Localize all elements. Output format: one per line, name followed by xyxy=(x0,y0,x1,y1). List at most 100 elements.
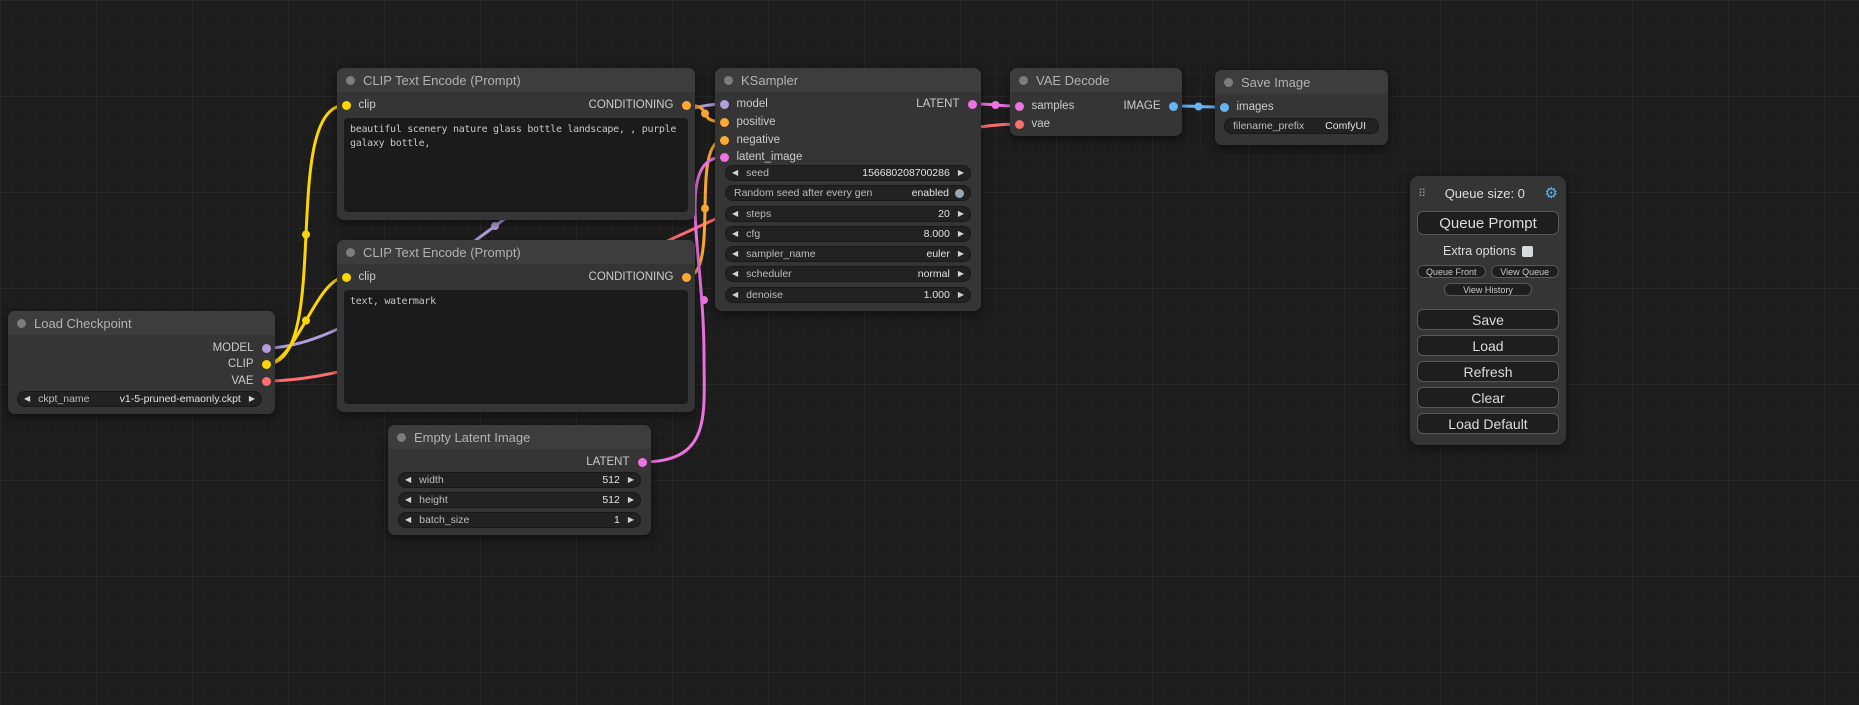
node-ksampler[interactable]: KSampler model LATENT positive negative … xyxy=(715,68,981,311)
node-status-dot xyxy=(724,76,733,85)
refresh-button[interactable]: Refresh xyxy=(1417,361,1559,382)
increase-icon[interactable]: ▶ xyxy=(958,291,964,299)
clip-port-dot[interactable] xyxy=(262,360,271,369)
node-title-bar[interactable]: CLIP Text Encode (Prompt) xyxy=(337,240,695,264)
cfg-widget[interactable]: ◀ cfg 8.000 ▶ xyxy=(725,226,971,242)
output-port-model[interactable]: MODEL xyxy=(8,341,275,355)
next-value-icon[interactable]: ▶ xyxy=(249,395,255,403)
node-title-bar[interactable]: Load Checkpoint xyxy=(8,311,275,335)
link-midpoint-dot[interactable] xyxy=(701,110,709,118)
settings-gear-icon[interactable]: ⚙ xyxy=(1545,184,1558,202)
positive-prompt-textarea[interactable]: beautiful scenery nature glass bottle la… xyxy=(344,118,688,212)
clear-button[interactable]: Clear xyxy=(1417,387,1559,408)
vae-port-dot[interactable] xyxy=(262,377,271,386)
next-value-icon[interactable]: ▶ xyxy=(958,270,964,278)
output-port-image[interactable]: IMAGE xyxy=(1010,99,1182,113)
load-button[interactable]: Load xyxy=(1417,335,1559,356)
increase-icon[interactable]: ▶ xyxy=(628,476,634,484)
queue-prompt-button[interactable]: Queue Prompt xyxy=(1417,211,1559,235)
node-load-checkpoint[interactable]: Load Checkpoint MODEL CLIP VAE ◀ ckpt_na… xyxy=(8,311,275,414)
latent-port-dot[interactable] xyxy=(968,100,977,109)
link-midpoint-dot[interactable] xyxy=(1195,103,1203,111)
conditioning-port-dot[interactable] xyxy=(720,136,729,145)
increase-icon[interactable]: ▶ xyxy=(958,210,964,218)
decrease-icon[interactable]: ◀ xyxy=(732,169,738,177)
increase-icon[interactable]: ▶ xyxy=(628,516,634,524)
toggle-dot[interactable] xyxy=(955,189,964,198)
save-button[interactable]: Save xyxy=(1417,309,1559,330)
output-port-conditioning[interactable]: CONDITIONING xyxy=(337,270,695,284)
node-title-bar[interactable]: Save Image xyxy=(1215,70,1388,94)
increase-icon[interactable]: ▶ xyxy=(628,496,634,504)
prev-value-icon[interactable]: ◀ xyxy=(732,270,738,278)
output-port-clip[interactable]: CLIP xyxy=(8,357,275,371)
node-title-bar[interactable]: KSampler xyxy=(715,68,981,92)
conditioning-port-dot[interactable] xyxy=(682,273,691,282)
input-port-negative[interactable]: negative xyxy=(715,133,981,147)
denoise-widget[interactable]: ◀ denoise 1.000 ▶ xyxy=(725,287,971,303)
link-midpoint-dot[interactable] xyxy=(302,317,310,325)
input-port-positive[interactable]: positive xyxy=(715,115,981,129)
node-vae-decode[interactable]: VAE Decode samples IMAGE vae xyxy=(1010,68,1182,136)
latent-port-dot[interactable] xyxy=(638,458,647,467)
ckpt-name-widget[interactable]: ◀ ckpt_name v1-5-pruned-emaonly.ckpt ▶ xyxy=(17,391,262,407)
node-title: CLIP Text Encode (Prompt) xyxy=(363,245,521,260)
sampler-name-widget[interactable]: ◀ sampler_name euler ▶ xyxy=(725,246,971,262)
random-seed-toggle[interactable]: Random seed after every gen enabled xyxy=(725,185,971,201)
node-title-bar[interactable]: CLIP Text Encode (Prompt) xyxy=(337,68,695,92)
decrease-icon[interactable]: ◀ xyxy=(405,516,411,524)
link-midpoint-dot[interactable] xyxy=(302,231,310,239)
increase-icon[interactable]: ▶ xyxy=(958,230,964,238)
image-port-dot[interactable] xyxy=(1169,102,1178,111)
conditioning-port-dot[interactable] xyxy=(720,118,729,127)
link-midpoint-dot[interactable] xyxy=(700,296,708,304)
node-status-dot xyxy=(1224,78,1233,87)
node-clip-text-encode-positive[interactable]: CLIP Text Encode (Prompt) clip CONDITION… xyxy=(337,68,695,220)
image-port-dot[interactable] xyxy=(1220,103,1229,112)
input-port-latent-image[interactable]: latent_image xyxy=(715,150,981,164)
next-value-icon[interactable]: ▶ xyxy=(958,250,964,258)
output-port-vae[interactable]: VAE xyxy=(8,374,275,388)
link-midpoint-dot[interactable] xyxy=(491,222,499,230)
queue-front-button[interactable]: Queue Front xyxy=(1417,265,1486,278)
output-port-latent[interactable]: LATENT xyxy=(388,455,651,469)
input-port-images[interactable]: images xyxy=(1215,100,1388,114)
node-clip-text-encode-negative[interactable]: CLIP Text Encode (Prompt) clip CONDITION… xyxy=(337,240,695,412)
link-midpoint-dot[interactable] xyxy=(701,205,709,213)
link-midpoint-dot[interactable] xyxy=(992,101,1000,109)
decrease-icon[interactable]: ◀ xyxy=(732,291,738,299)
output-port-latent[interactable]: LATENT xyxy=(715,97,981,111)
prev-value-icon[interactable]: ◀ xyxy=(732,250,738,258)
decrease-icon[interactable]: ◀ xyxy=(405,496,411,504)
node-title-bar[interactable]: VAE Decode xyxy=(1010,68,1182,92)
conditioning-port-dot[interactable] xyxy=(682,101,691,110)
increase-icon[interactable]: ▶ xyxy=(958,169,964,177)
view-queue-button[interactable]: View Queue xyxy=(1491,265,1560,278)
input-port-vae[interactable]: vae xyxy=(1010,117,1182,131)
latent-port-dot[interactable] xyxy=(720,153,729,162)
node-title: VAE Decode xyxy=(1036,73,1109,88)
output-port-conditioning[interactable]: CONDITIONING xyxy=(337,98,695,112)
vae-port-dot[interactable] xyxy=(1015,120,1024,129)
height-widget[interactable]: ◀ height 512 ▶ xyxy=(398,492,641,508)
extra-options-checkbox[interactable] xyxy=(1522,246,1533,257)
prev-value-icon[interactable]: ◀ xyxy=(24,395,30,403)
scheduler-widget[interactable]: ◀ scheduler normal ▶ xyxy=(725,266,971,282)
node-empty-latent-image[interactable]: Empty Latent Image LATENT ◀ width 512 ▶ … xyxy=(388,425,651,535)
node-title-bar[interactable]: Empty Latent Image xyxy=(388,425,651,449)
negative-prompt-textarea[interactable]: text, watermark xyxy=(344,290,688,404)
decrease-icon[interactable]: ◀ xyxy=(405,476,411,484)
batch-size-widget[interactable]: ◀ batch_size 1 ▶ xyxy=(398,512,641,528)
width-widget[interactable]: ◀ width 512 ▶ xyxy=(398,472,641,488)
steps-widget[interactable]: ◀ steps 20 ▶ xyxy=(725,206,971,222)
load-default-button[interactable]: Load Default xyxy=(1417,413,1559,434)
seed-widget[interactable]: ◀ seed 156680208700286 ▶ xyxy=(725,165,971,181)
comfy-menu-panel[interactable]: ⠿ Queue size: 0 ⚙ Queue Prompt Extra opt… xyxy=(1410,176,1566,445)
node-save-image[interactable]: Save Image images filename_prefix ComfyU… xyxy=(1215,70,1388,145)
drag-handle-icon[interactable]: ⠿ xyxy=(1418,187,1425,200)
view-history-button[interactable]: View History xyxy=(1444,283,1532,296)
decrease-icon[interactable]: ◀ xyxy=(732,230,738,238)
decrease-icon[interactable]: ◀ xyxy=(732,210,738,218)
filename-prefix-widget[interactable]: filename_prefix ComfyUI xyxy=(1224,118,1379,134)
model-port-dot[interactable] xyxy=(262,344,271,353)
